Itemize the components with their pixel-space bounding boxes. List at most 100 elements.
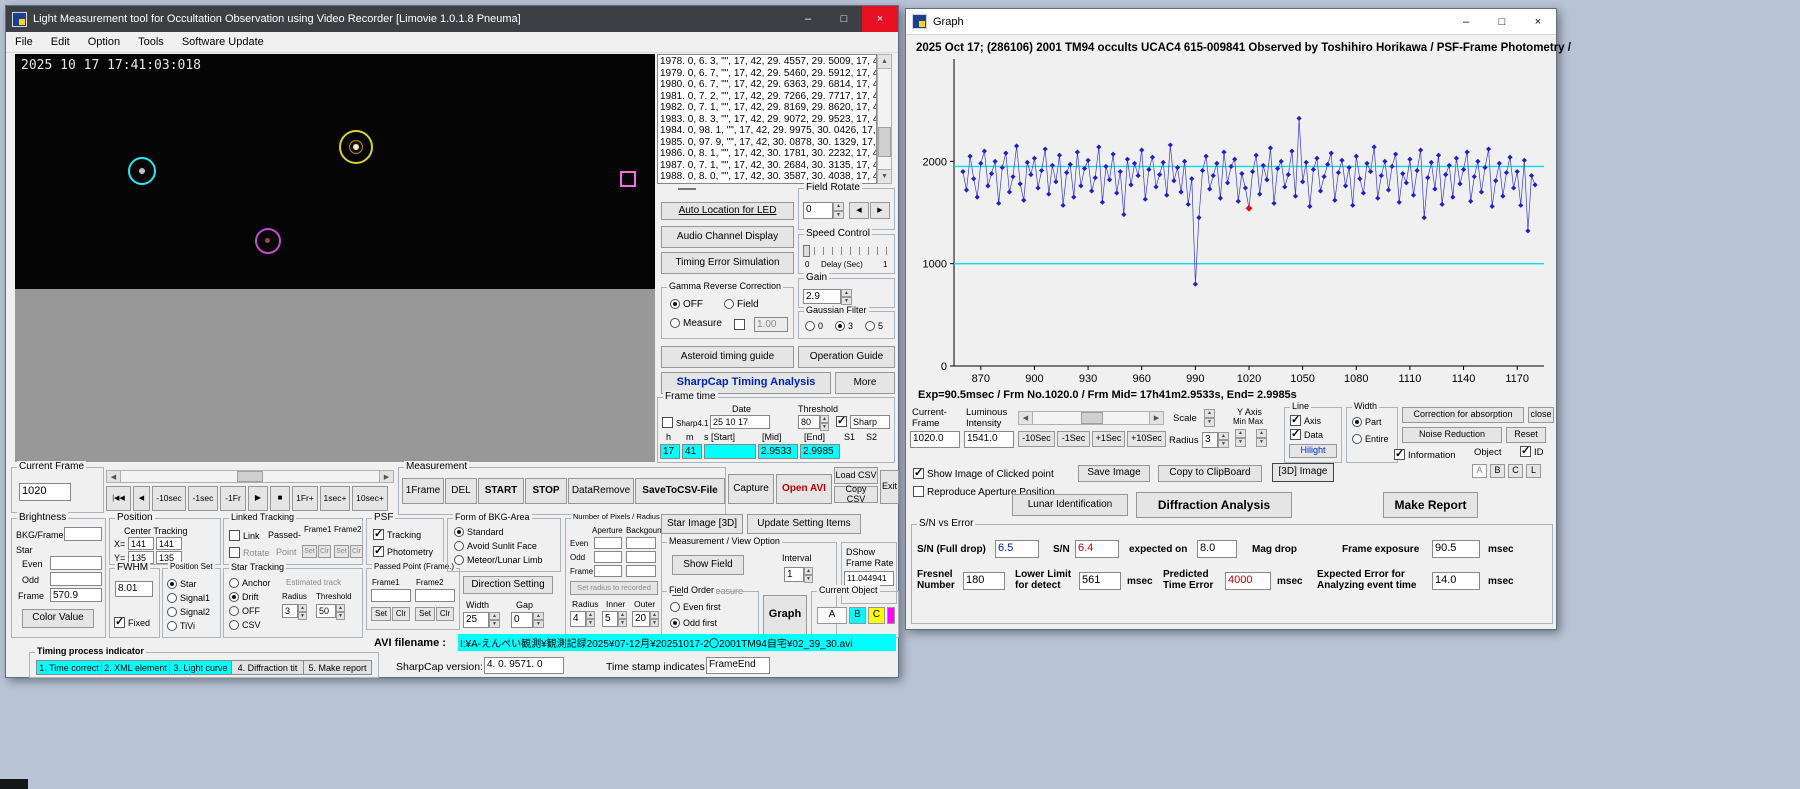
bkg-frame-value[interactable] (64, 527, 102, 541)
off-radio[interactable]: OFF (229, 606, 260, 616)
radio-icon[interactable] (724, 299, 734, 309)
interval-value[interactable]: 1 (784, 567, 804, 582)
radio-icon[interactable] (229, 620, 239, 630)
menu-option[interactable]: Option (79, 33, 129, 51)
checkbox-icon[interactable] (373, 544, 384, 557)
speed-slider[interactable] (805, 247, 889, 255)
graph-frame-scrollbar[interactable] (1018, 411, 1164, 425)
graph-radius-value[interactable]: 3 (1202, 432, 1218, 448)
lt-set1-button[interactable]: Set (302, 545, 317, 558)
bkg-avoid-radio[interactable]: Avoid Sunlit Face (454, 541, 537, 551)
odd-value[interactable] (50, 572, 102, 586)
checkbox-icon[interactable] (913, 466, 924, 479)
gamma-checkbox[interactable] (734, 319, 745, 330)
px-even-background[interactable] (626, 537, 656, 549)
capture-button[interactable]: Capture (728, 474, 774, 504)
checkbox-icon[interactable] (373, 527, 384, 540)
checkbox-icon[interactable] (1520, 444, 1531, 457)
operation-guide-button[interactable]: Operation Guide (798, 346, 895, 368)
gain-spinner[interactable] (841, 289, 852, 304)
plus-1frame-button[interactable]: 1Fr+ (292, 486, 318, 511)
checkbox-icon[interactable] (1394, 447, 1405, 460)
minimize-icon[interactable]: – (1448, 9, 1484, 35)
load-csv-button[interactable]: Load CSV (834, 467, 878, 484)
speed-slider-thumb[interactable] (803, 245, 810, 257)
skip-start-button[interactable]: |◀◀ (106, 486, 131, 511)
lt-set2-button[interactable]: Set (334, 545, 349, 558)
hour-value[interactable]: 17 (660, 444, 680, 459)
interval-spinner[interactable] (804, 567, 813, 582)
step-make-report[interactable]: 5. Make report (304, 660, 372, 675)
exit-button[interactable]: Exit (880, 470, 899, 504)
position-set-signal1[interactable]: Signal1 (167, 593, 210, 603)
sharp41-checkbox[interactable]: Sharp4.1 (662, 417, 708, 428)
x2-value[interactable]: 141 (156, 537, 182, 550)
menu-tools[interactable]: Tools (129, 33, 173, 51)
pp-frame1-value[interactable] (371, 589, 411, 602)
radio-icon[interactable] (1352, 434, 1362, 444)
lt-clr1-button[interactable]: Clr (318, 545, 331, 558)
pp-set1-button[interactable]: Set (371, 607, 391, 621)
save-to-csv-button[interactable]: SaveToCSV-File (635, 478, 725, 504)
noise-reduction-button[interactable]: Noise Reduction (1402, 427, 1502, 443)
checkbox-icon[interactable] (114, 615, 125, 628)
graph-radius-spinner[interactable] (1218, 432, 1229, 448)
st-threshold-spinner[interactable] (336, 604, 345, 618)
one-frame-button[interactable]: 1Frame (402, 478, 444, 504)
scale-spinner[interactable] (1204, 409, 1215, 427)
y-max-spinner[interactable] (1256, 429, 1267, 447)
plus-1sec-button[interactable]: 1sec+ (320, 486, 350, 511)
list-item[interactable]: 1988. 0, 8. 0, "", 17, 42, 30. 3587, 30.… (660, 171, 876, 183)
radio-icon[interactable] (167, 593, 177, 603)
list-scrollbar-thumb[interactable] (878, 127, 891, 157)
radio-icon[interactable] (454, 555, 464, 565)
radio-icon[interactable] (229, 606, 239, 616)
graph-frame-thumb[interactable] (1081, 412, 1103, 424)
outer-value[interactable]: 20 (632, 611, 650, 627)
pp-clr1-button[interactable]: Clr (392, 607, 410, 621)
radio-icon[interactable] (454, 541, 464, 551)
psf-photometry-checkbox[interactable]: Photometry (373, 544, 433, 557)
light-curve-chart[interactable]: 0 1000 2000 870 900 930 960 990 1020 1050 1080 1110… (906, 55, 1558, 385)
checkbox-icon[interactable] (662, 417, 673, 428)
gap-value[interactable]: 0 (511, 612, 533, 628)
bkg-meteor-radio[interactable]: Meteor/Lunar Limb (454, 555, 543, 565)
inner-spinner[interactable] (618, 611, 627, 627)
field-rotate-value[interactable]: 0 (803, 202, 833, 219)
start-value[interactable] (704, 444, 756, 459)
lt-clr2-button[interactable]: Clr (350, 545, 363, 558)
list-scrollbar[interactable] (877, 54, 892, 184)
gamma-value[interactable]: 1.00 (754, 317, 788, 332)
gamma-measure-radio[interactable]: Measure (670, 318, 722, 329)
object-a-button[interactable]: A (817, 607, 847, 624)
make-report-button[interactable]: Make Report (1383, 492, 1478, 518)
image-3d-button[interactable]: [3D] Image (1272, 463, 1334, 482)
del-button[interactable]: DEL (445, 478, 477, 504)
end-value[interactable]: 2.9985 (800, 444, 840, 459)
minimize-icon[interactable]: – (790, 6, 826, 32)
gamma-off-radio[interactable]: OFF (670, 299, 703, 310)
radius-value[interactable]: 4 (570, 611, 586, 627)
close-icon[interactable]: × (862, 6, 898, 32)
list-item[interactable]: 1978. 0, 6. 3, "", 17, 42, 29. 4557, 29.… (660, 56, 876, 68)
sharp-checkbox[interactable] (836, 414, 847, 427)
gaussian-option-0[interactable]: 0 (805, 321, 823, 331)
play-button[interactable]: ▶ (248, 486, 268, 511)
more-button[interactable]: More (835, 372, 895, 394)
px-odd-background[interactable] (626, 551, 656, 563)
maximize-icon[interactable]: □ (1484, 9, 1520, 35)
radio-icon[interactable] (805, 321, 815, 331)
anchor-radio[interactable]: Anchor (229, 578, 271, 588)
radio-icon[interactable] (229, 578, 239, 588)
luminous-intensity-value[interactable]: 1541.0 (964, 431, 1014, 448)
width-spinner[interactable] (489, 612, 500, 628)
menu-file[interactable]: File (6, 33, 42, 51)
id-checkbox[interactable]: ID (1520, 444, 1544, 458)
list-item[interactable]: 1986. 0, 8. 1, "", 17, 42, 30. 1781, 30.… (660, 148, 876, 160)
bkg-standard-radio[interactable]: Standard (454, 527, 504, 537)
inner-value[interactable]: 5 (602, 611, 618, 627)
graph-object-l-button[interactable]: L (1526, 464, 1541, 478)
radio-icon[interactable] (670, 602, 680, 612)
lunar-identification-button[interactable]: Lunar Identification (1012, 494, 1128, 516)
audio-channel-button[interactable]: Audio Channel Display (661, 226, 794, 248)
